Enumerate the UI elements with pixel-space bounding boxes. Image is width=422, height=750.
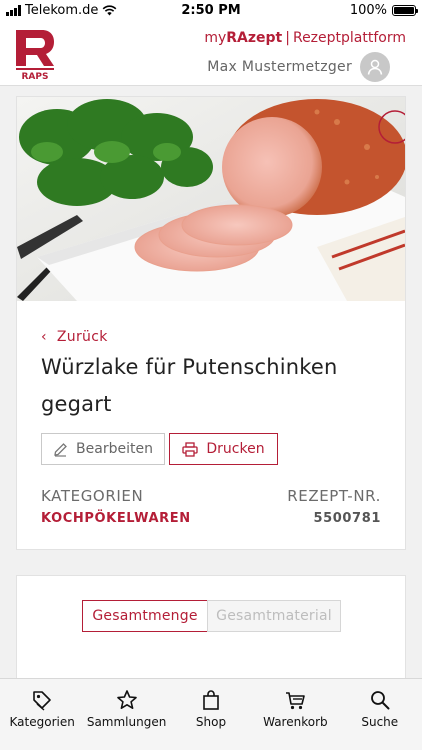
- raps-logo[interactable]: RAPS: [14, 28, 56, 80]
- nav-warenkorb[interactable]: Warenkorb: [253, 689, 337, 750]
- nav-kategorien[interactable]: Kategorien: [0, 689, 84, 750]
- edit-button[interactable]: Bearbeiten: [41, 433, 165, 465]
- nav-suche[interactable]: Suche: [338, 689, 422, 750]
- nav-label: Warenkorb: [263, 715, 328, 729]
- edit-label: Bearbeiten: [76, 441, 153, 457]
- nav-label: Kategorien: [9, 715, 75, 729]
- back-link[interactable]: ‹ Zurück: [41, 329, 108, 345]
- nav-label: Suche: [361, 715, 399, 729]
- category-link[interactable]: KOCHPÖKELWAREN: [41, 511, 191, 526]
- chevron-left-icon: ‹: [41, 329, 47, 345]
- battery-percent: 100%: [349, 3, 387, 18]
- pencil-icon: [54, 442, 67, 457]
- myrazept-brand: RAzept: [226, 30, 283, 46]
- bottom-nav: Kategorien Sammlungen Shop Warenkorb Suc…: [0, 678, 422, 750]
- avatar[interactable]: [360, 52, 390, 82]
- user-icon: [367, 59, 383, 75]
- star-icon: [116, 690, 137, 709]
- recipe-card: ‹ Zurück Würzlake für Putenschinken gega…: [16, 96, 406, 550]
- search-icon: [370, 691, 390, 710]
- header-links: myRAzept | Rezeptplattform: [204, 30, 406, 46]
- tag-icon: [33, 691, 51, 711]
- cart-icon: [286, 692, 306, 710]
- print-button[interactable]: Drucken: [169, 433, 278, 465]
- battery-icon: [392, 5, 418, 16]
- tab-gesamtmaterial[interactable]: Gesamtmaterial: [207, 600, 341, 632]
- user-menu[interactable]: Max Mustermetzger: [207, 52, 390, 82]
- recipe-number: 5500781: [313, 511, 381, 526]
- status-bar: Telekom.de 2:50 PM 100%: [0, 0, 422, 22]
- recipe-image: [17, 97, 405, 301]
- myrazept-link[interactable]: myRAzept: [204, 30, 282, 46]
- user-name: Max Mustermetzger: [207, 59, 352, 75]
- amount-card: Gesamtmenge Gesamtmaterial: [16, 575, 406, 685]
- categories-heading: KATEGORIEN: [41, 487, 144, 505]
- myrazept-prefix: my: [204, 30, 227, 46]
- recipe-title: Würzlake für Putenschinken gegart: [41, 355, 338, 416]
- recipe-number-heading: REZEPT-NR.: [287, 487, 381, 505]
- tab-gesamtmenge[interactable]: Gesamtmenge: [82, 600, 208, 632]
- app-header: RAPS myRAzept | Rezeptplattform Max Muster…: [0, 22, 422, 86]
- status-right: 100%: [349, 3, 418, 18]
- nav-shop[interactable]: Shop: [169, 689, 253, 750]
- rezeptplattform-link[interactable]: Rezeptplattform: [293, 30, 406, 46]
- back-label: Zurück: [56, 329, 108, 345]
- nav-label: Sammlungen: [86, 715, 167, 729]
- print-label: Drucken: [206, 441, 265, 457]
- bag-icon: [203, 690, 219, 710]
- printer-icon: [182, 441, 199, 457]
- header-separator: |: [285, 30, 290, 46]
- nav-sammlungen[interactable]: Sammlungen: [85, 689, 169, 750]
- logo-text: RAPS: [22, 72, 49, 80]
- nav-label: Shop: [195, 715, 227, 729]
